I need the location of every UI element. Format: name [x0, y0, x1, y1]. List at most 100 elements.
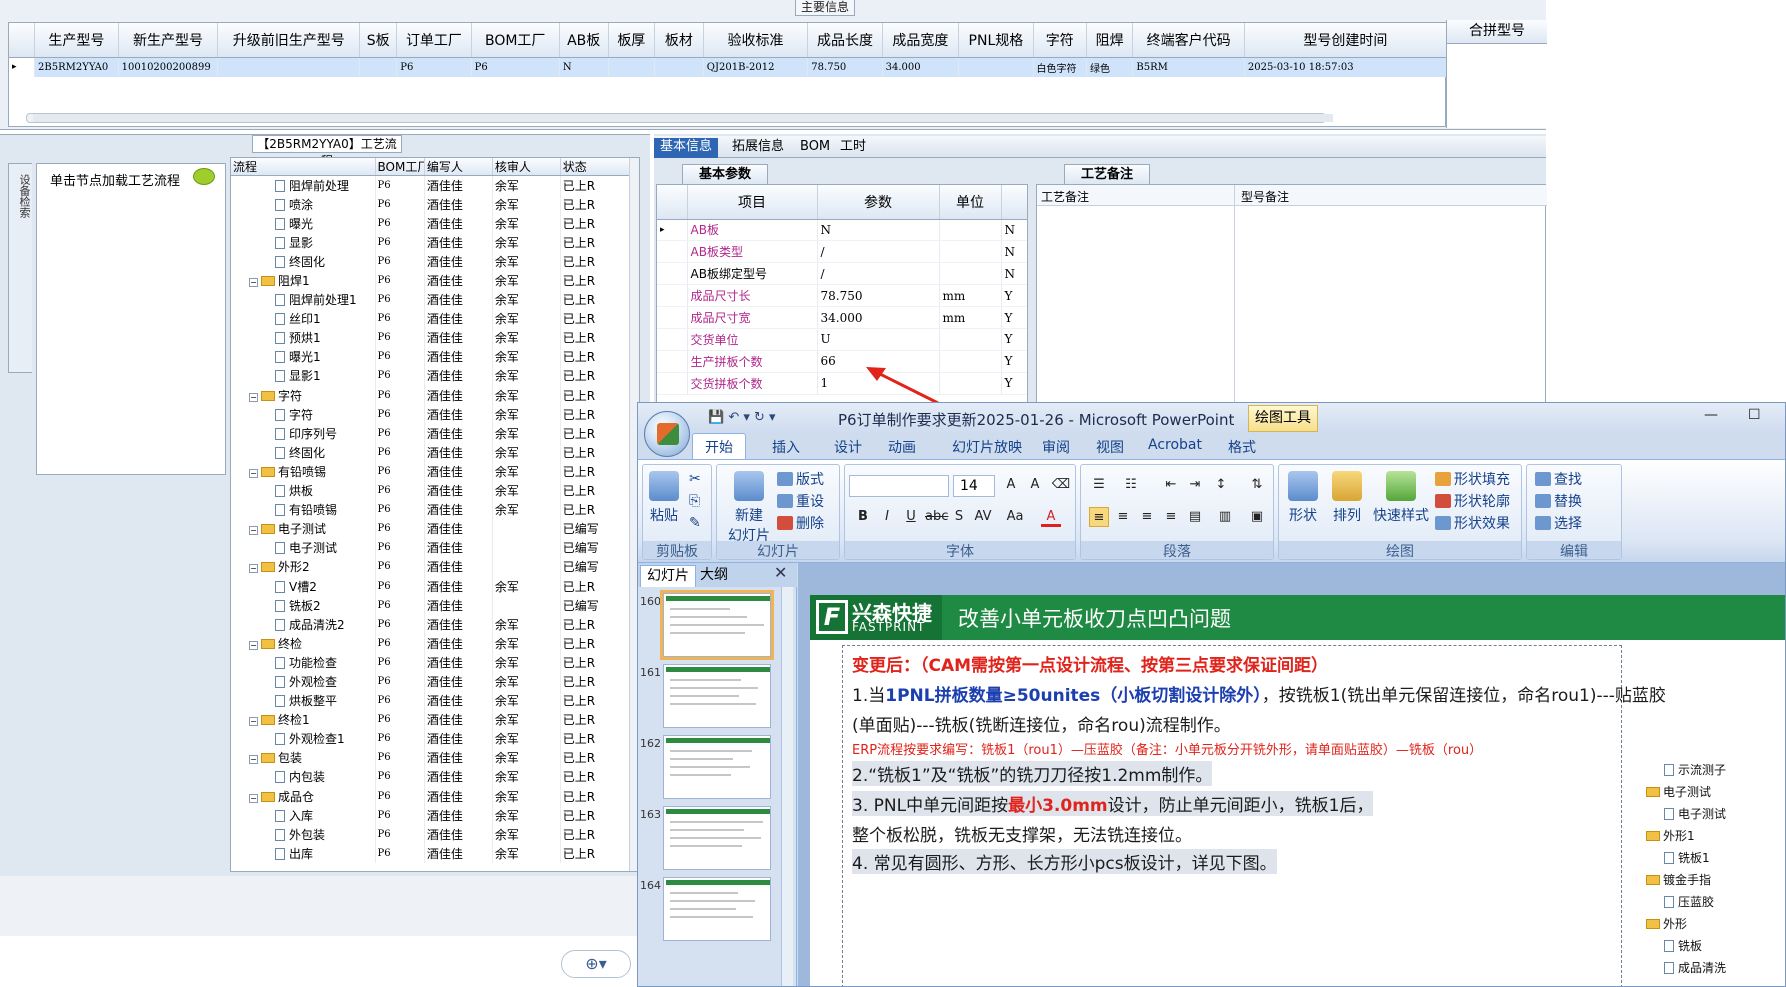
process-node[interactable]: 印序列号 [231, 423, 376, 443]
tab-slideshow[interactable]: 幻灯片放映 [952, 437, 1022, 457]
slide-thumbnail[interactable] [663, 806, 771, 870]
slide-thumbnail[interactable] [663, 735, 771, 799]
main-grid-cell[interactable]: 2B5RM2YYA0 [34, 57, 119, 77]
process-tree-row[interactable]: 曝光1 P6 酒佳佳 余军 已上R [231, 347, 639, 367]
shapes-button[interactable]: 形状 [1285, 471, 1321, 525]
main-grid-cell[interactable] [217, 57, 361, 77]
tab-extended-info[interactable]: 拓展信息 [726, 138, 790, 158]
process-node[interactable]: 曝光 [231, 213, 376, 233]
process-node[interactable]: 终固化 [231, 442, 376, 462]
collapse-toggle-icon[interactable]: − [249, 755, 258, 765]
collapse-toggle-icon[interactable]: − [249, 717, 258, 727]
process-node[interactable]: − 包装 [231, 748, 376, 768]
tab-worktime[interactable]: 工时 [834, 138, 872, 158]
process-tree-row[interactable]: 字符 P6 酒佳佳 余军 已上R [231, 404, 639, 424]
font-color-button[interactable]: A [1041, 507, 1061, 527]
new-slide-button[interactable]: 新建 幻灯片 [721, 471, 777, 545]
process-node[interactable]: − 字符 [231, 385, 376, 405]
process-tree-row[interactable]: 外包装 P6 酒佳佳 余军 已上R [231, 824, 639, 844]
process-node[interactable]: 烘板整平 [231, 691, 376, 711]
cut-icon[interactable]: ✂ [689, 471, 701, 487]
slides-pane-scrollbar[interactable] [781, 587, 793, 986]
process-tree-row[interactable]: 外观检查 P6 酒佳佳 余军 已上R [231, 671, 639, 692]
collapse-toggle-icon[interactable]: − [249, 564, 258, 574]
main-grid-col-header[interactable]: PNL规格 [958, 23, 1034, 58]
process-node[interactable]: 外观检查1 [231, 729, 376, 749]
main-grid-col-header[interactable]: 成品宽度 [882, 23, 960, 58]
tab-home[interactable]: 开始 [692, 433, 746, 459]
process-tree-row[interactable]: 电子测试 P6 酒佳佳 已编写 [231, 538, 639, 558]
main-grid-cell[interactable]: 34.000 [882, 57, 960, 77]
main-grid-cell[interactable]: B5RM [1132, 57, 1245, 77]
align-left-button[interactable]: ≡ [1089, 507, 1109, 527]
align-center-button[interactable]: ≡ [1113, 507, 1133, 527]
param-cell-value[interactable]: / [817, 240, 940, 264]
font-name-select[interactable] [849, 475, 949, 497]
main-grid-col-header[interactable]: 验收标准 [703, 23, 809, 58]
quick-styles-button[interactable]: 快速样式 [1371, 471, 1431, 525]
numbering-button[interactable]: ☷ [1121, 475, 1141, 495]
hscroll-thumb[interactable] [33, 114, 1333, 122]
main-grid-cell[interactable]: P6 [471, 57, 560, 77]
process-tree-row[interactable]: 有铅喷锡 P6 酒佳佳 余军 已上R [231, 500, 639, 520]
process-tree-row[interactable]: 终固化 P6 酒佳佳 余军 已上R [231, 442, 639, 462]
replace-button[interactable]: 替换 [1535, 491, 1582, 511]
param-cell-value[interactable]: 78.750 [817, 284, 940, 308]
param-cell-value[interactable]: U [817, 328, 940, 351]
decrease-indent-button[interactable]: ⇤ [1161, 475, 1181, 495]
main-grid-col-header[interactable]: BOM工厂 [471, 23, 560, 58]
param-cell-value[interactable]: 34.000 [817, 306, 940, 329]
param-row[interactable]: 生产拼板个数 66 Y [657, 350, 1027, 373]
process-node[interactable]: 铣板2 [231, 595, 376, 615]
process-tree-row[interactable]: 显影 P6 酒佳佳 余军 已上R [231, 232, 639, 252]
smartart-button[interactable]: ▣ [1247, 507, 1267, 527]
main-grid-col-header[interactable]: 终端客户代码 [1132, 23, 1245, 58]
craft-notes-title[interactable]: 工艺备注 [1064, 164, 1150, 184]
row-pointer[interactable] [657, 240, 688, 264]
increase-indent-button[interactable]: ⇥ [1185, 475, 1205, 495]
row-pointer[interactable]: ▸ [9, 57, 36, 77]
main-grid-col-header[interactable]: 新生产型号 [118, 23, 219, 58]
clear-format-button[interactable]: ⌫ [1051, 475, 1071, 495]
row-pointer[interactable] [657, 306, 688, 329]
bold-button[interactable]: B [853, 507, 873, 527]
main-grid-col-header[interactable]: 字符 [1033, 23, 1087, 58]
slide-title[interactable]: 改善小单元板收刀点凹凸问题 [958, 603, 1231, 633]
process-node[interactable]: 预烘1 [231, 328, 376, 348]
underline-button[interactable]: U [901, 507, 921, 527]
format-painter-icon[interactable]: ✎ [689, 515, 701, 531]
shadow-button[interactable]: S [949, 507, 969, 527]
param-cell-value[interactable]: / [817, 262, 940, 286]
tab-review[interactable]: 审阅 [1042, 437, 1070, 457]
process-tree-row[interactable]: 阻焊前处理 P6 酒佳佳 余军 已上R [231, 175, 639, 195]
columns-button[interactable]: ▥ [1215, 507, 1235, 527]
slide-thumbnail[interactable] [663, 877, 771, 941]
slide-line-1[interactable]: 1.当1PNL拼板数量≥50unites（小板切割设计除外），按铣板1(铣出单元… [852, 681, 1666, 706]
row-pointer[interactable]: ▸ [657, 219, 688, 242]
param-row[interactable]: AB板类型 / N [657, 240, 1027, 264]
process-node[interactable]: − 电子测试 [231, 519, 376, 539]
paste-button[interactable]: 粘贴 [649, 471, 679, 525]
main-grid-hscrollbar[interactable] [26, 113, 1333, 123]
line-spacing-button[interactable]: ↕ [1211, 475, 1231, 495]
main-grid-cell[interactable]: N [559, 57, 609, 77]
process-node[interactable]: 显影 [231, 232, 376, 252]
collapse-toggle-icon[interactable]: − [249, 640, 258, 650]
process-node[interactable]: 成品清洗2 [231, 614, 376, 634]
row-pointer[interactable] [657, 262, 688, 286]
zoom-button[interactable]: ⊕▾ [561, 950, 631, 978]
collapse-toggle-icon[interactable]: − [249, 392, 258, 402]
process-tree-row[interactable]: − 终检 P6 酒佳佳 余军 已上R [231, 633, 639, 653]
tab-animation[interactable]: 动画 [888, 437, 916, 457]
process-tree-row[interactable]: 终固化 P6 酒佳佳 余军 已上R [231, 251, 639, 271]
tree-col-header[interactable]: 编写人 [424, 158, 493, 176]
process-node[interactable]: 烘板 [231, 481, 376, 501]
row-pointer[interactable] [657, 350, 688, 373]
row-selector-header[interactable] [657, 185, 688, 220]
process-tree-row[interactable]: − 终检1 P6 酒佳佳 余军 已上R [231, 710, 639, 730]
change-case-button[interactable]: Aa [1005, 507, 1025, 527]
tree-col-header[interactable]: 核审人 [492, 158, 561, 176]
process-node[interactable]: − 终检1 [231, 710, 376, 730]
process-node[interactable]: 曝光1 [231, 347, 376, 367]
quick-access-toolbar[interactable]: 💾 ↶ ▾ ↻ ▾ [708, 410, 776, 425]
